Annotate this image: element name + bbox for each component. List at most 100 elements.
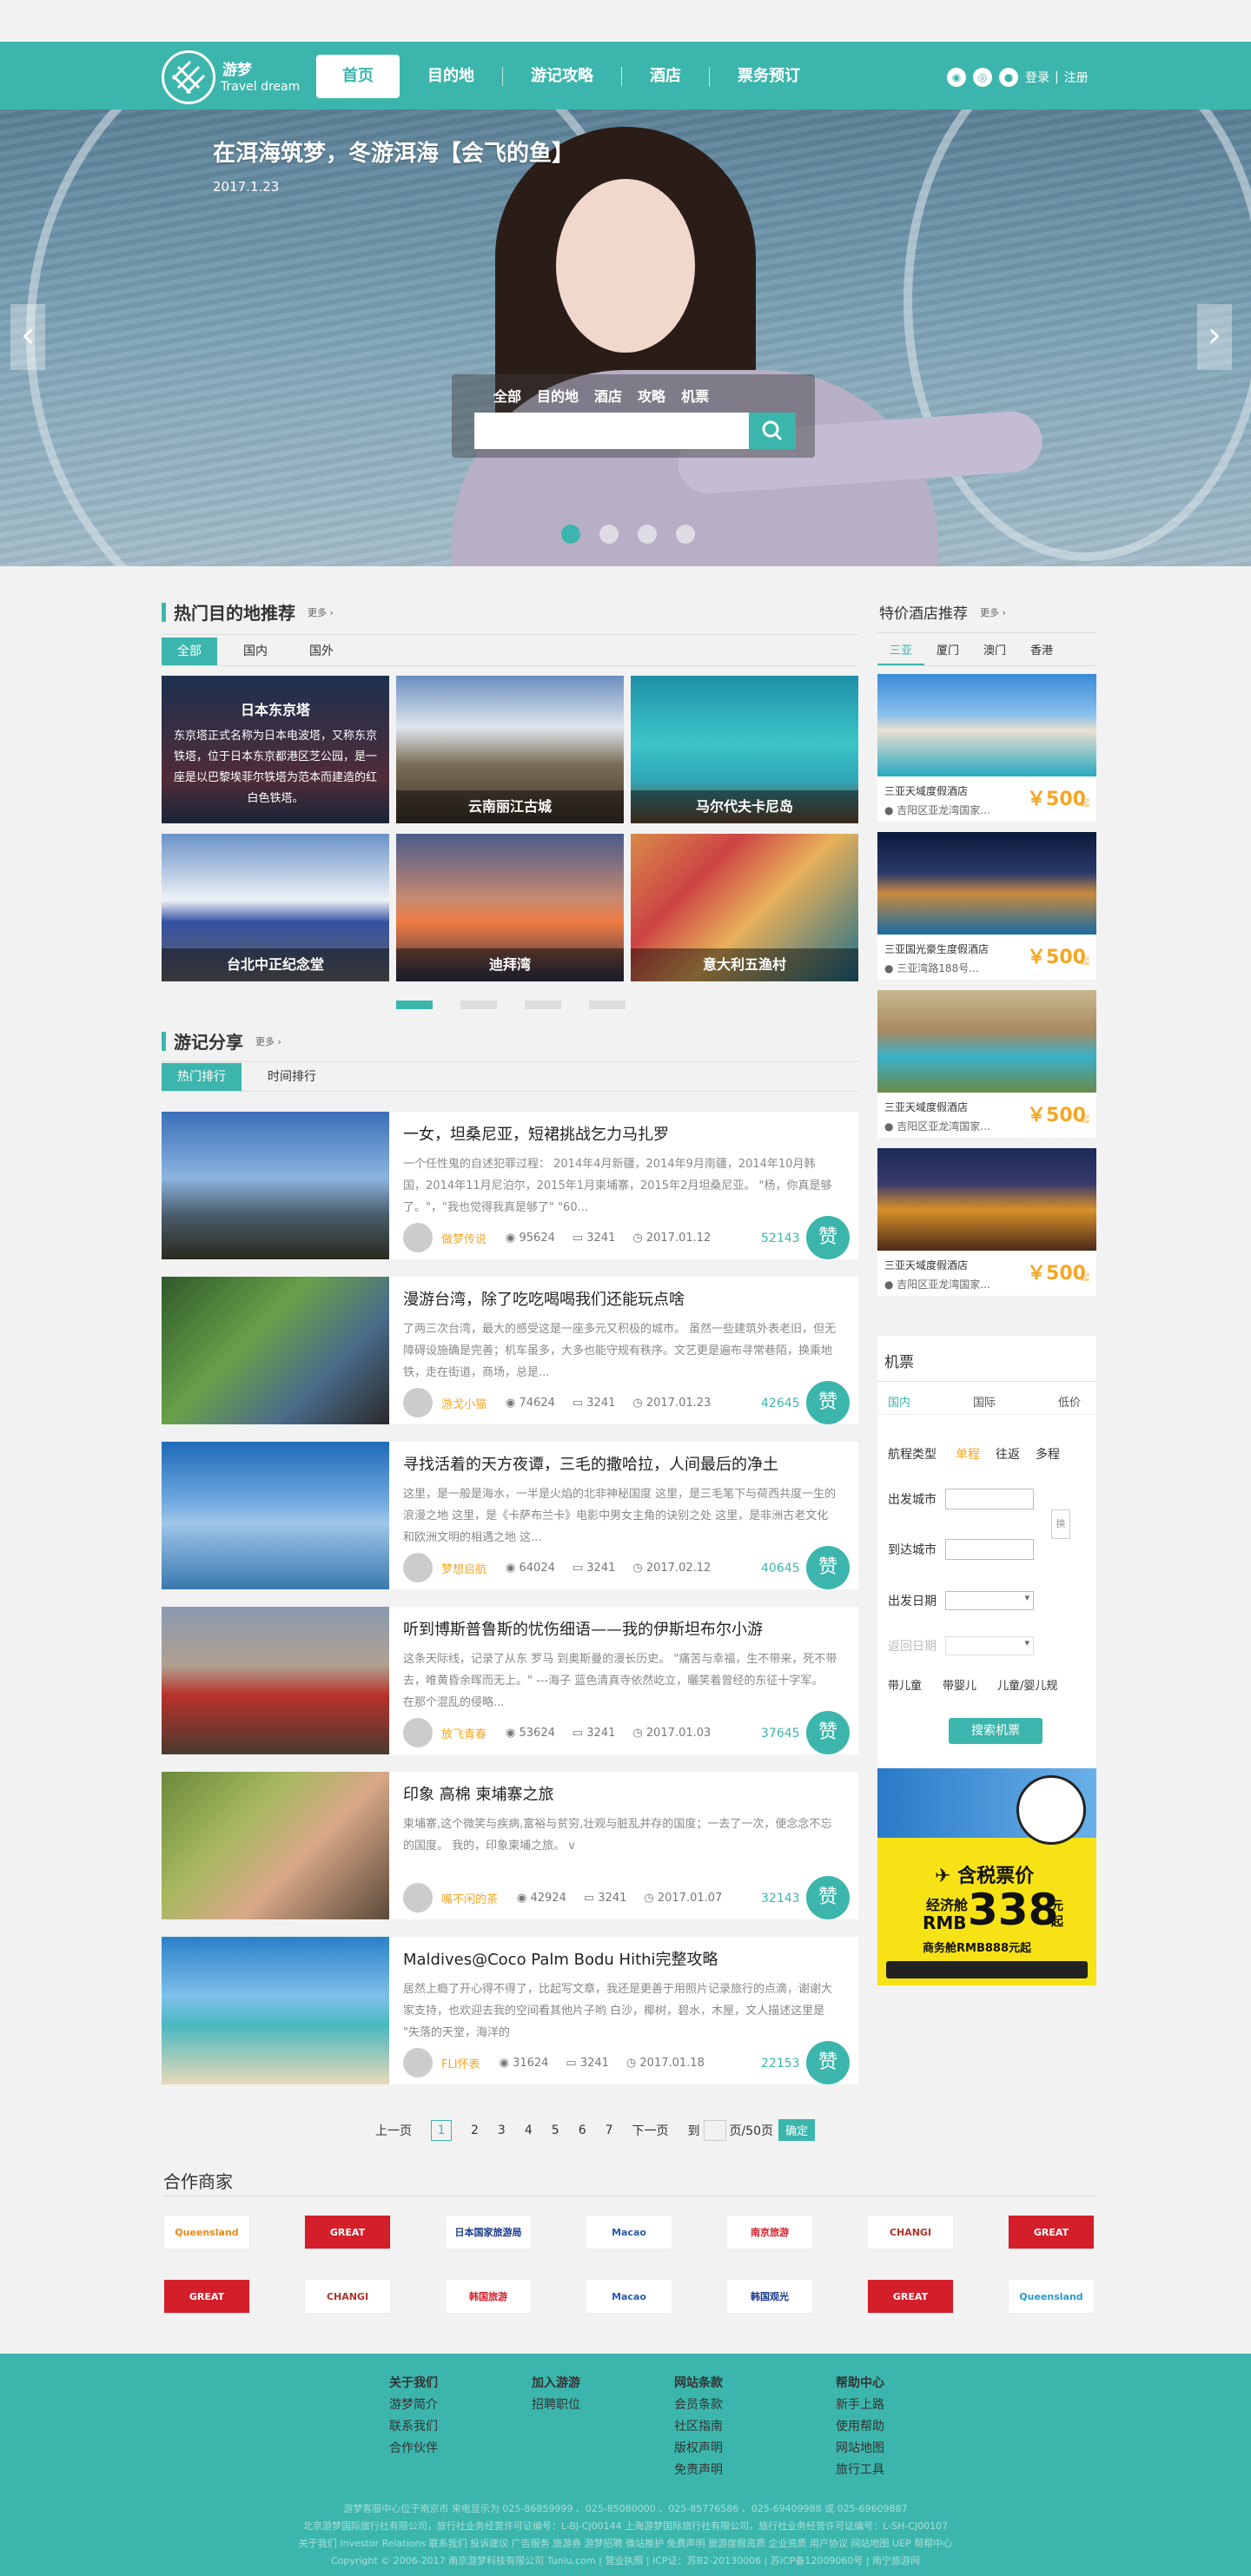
more-link[interactable]: 更多 › [255, 1034, 281, 1048]
tab-international[interactable]: 国际 [973, 1393, 996, 1410]
search-tab-all[interactable]: 全部 [493, 385, 521, 406]
partner-logo[interactable]: GREAT [1008, 2215, 1095, 2249]
partner-logo[interactable]: Queensland [163, 2215, 250, 2249]
tab-xiamen[interactable]: 厦门 [924, 637, 971, 665]
tab-hot[interactable]: 热门排行 [162, 1063, 242, 1091]
note-image[interactable] [162, 1277, 389, 1424]
tab-sanya[interactable]: 三亚 [877, 637, 925, 665]
depart-date-select[interactable]: ▾ [945, 1591, 1034, 1610]
like-button[interactable]: 赞 [806, 1216, 850, 1259]
page-indicator[interactable] [589, 1001, 626, 1009]
destination-card[interactable]: 云南丽江古城 [396, 676, 624, 823]
page-indicator[interactable] [396, 1001, 433, 1009]
note-card[interactable]: 听到博斯普鲁斯的忧伤细语——我的伊斯坦布尔小游 这条天际线，记录了从东 罗马 到… [162, 1607, 858, 1754]
tab-domestic[interactable]: 国内 [888, 1393, 910, 1410]
trip-multi[interactable]: 多程 [1036, 1445, 1060, 1463]
search-input[interactable] [474, 413, 749, 449]
next-page-link[interactable]: 下一页 [632, 2122, 669, 2139]
note-image[interactable] [162, 1442, 389, 1589]
page-number[interactable]: 1 [431, 2119, 452, 2141]
note-author[interactable]: 游戈小猫 [441, 1395, 486, 1411]
footer-link[interactable]: 联系我们 [389, 2416, 438, 2438]
search-flight-button[interactable]: 搜索机票 [949, 1718, 1042, 1744]
login-link[interactable]: 登录 [1025, 69, 1049, 86]
search-tab-flight[interactable]: 机票 [681, 385, 709, 406]
from-city-input[interactable] [945, 1489, 1034, 1509]
page-number[interactable]: 3 [498, 2124, 506, 2137]
footer-link[interactable]: 游梦简介 [389, 2394, 438, 2416]
note-author[interactable]: 嘴不闲的茶 [441, 1890, 498, 1906]
partner-logo[interactable]: Macao [586, 2279, 672, 2314]
footer-link[interactable]: 版权声明 [674, 2438, 723, 2460]
weibo-icon[interactable]: ◎ [973, 68, 992, 87]
note-image[interactable] [162, 1937, 389, 2084]
hotel-card[interactable]: 三亚天域度假酒店 ● 吉阳区亚龙湾国家... ￥500 起 [877, 990, 1096, 1138]
page-number[interactable]: 5 [552, 2124, 559, 2137]
footer-link[interactable]: 免责声明 [674, 2460, 723, 2481]
nav-destination[interactable]: 目的地 [400, 55, 502, 98]
register-link[interactable]: 注册 [1064, 69, 1089, 86]
note-author[interactable]: FLI怀表 [441, 2055, 480, 2071]
note-author[interactable]: 放飞青春 [441, 1725, 486, 1741]
hotel-name[interactable]: 三亚国光豪生度假酒店 [884, 941, 989, 956]
partner-logo[interactable]: CHANGI [304, 2279, 391, 2314]
page-number[interactable]: 4 [525, 2124, 533, 2137]
avatar[interactable] [403, 1388, 433, 1417]
footer-link[interactable]: 网站地图 [836, 2438, 884, 2460]
note-image[interactable] [162, 1607, 389, 1754]
more-link[interactable]: 更多 › [980, 605, 1006, 619]
hotel-name[interactable]: 三亚天域度假酒店 [884, 1258, 968, 1272]
avatar[interactable] [403, 1223, 433, 1252]
avatar[interactable] [403, 2048, 433, 2077]
search-tab-destination[interactable]: 目的地 [537, 385, 579, 406]
logo-icon[interactable] [162, 50, 215, 104]
partner-logo[interactable]: GREAT [867, 2279, 954, 2314]
nav-travel-guide[interactable]: 游记攻略 [503, 55, 621, 98]
note-card[interactable]: 一女，坦桑尼亚，短裙挑战乞力马扎罗 一个任性鬼的自述犯罪过程： 2014年4月新… [162, 1112, 858, 1259]
partner-logo[interactable]: 日本国家旅游局 [445, 2215, 532, 2249]
note-card[interactable]: 漫游台湾，除了吃吃喝喝我们还能玩点啥 了两三次台湾，最大的感受这是一座多元又积极… [162, 1277, 858, 1424]
partner-logo[interactable]: GREAT [304, 2215, 391, 2249]
partner-logo[interactable]: 韩国旅游 [445, 2279, 532, 2314]
partner-logo[interactable]: Queensland [1008, 2279, 1095, 2314]
note-title[interactable]: 听到博斯普鲁斯的忧伤细语——我的伊斯坦布尔小游 [403, 1617, 763, 1640]
destination-card[interactable]: 意大利五渔村 [631, 834, 858, 981]
tab-hongkong[interactable]: 香港 [1018, 637, 1065, 665]
like-button[interactable]: 赞 [806, 1546, 850, 1589]
partner-logo[interactable]: 韩国观光 [726, 2279, 813, 2314]
prev-arrow-icon[interactable]: ‹ [10, 304, 45, 370]
avatar[interactable] [403, 1553, 433, 1582]
hotel-image[interactable] [877, 990, 1096, 1093]
note-title[interactable]: 漫游台湾，除了吃吃喝喝我们还能玩点啥 [403, 1287, 685, 1310]
trip-roundtrip[interactable]: 往返 [996, 1445, 1020, 1463]
search-tab-hotel[interactable]: 酒店 [594, 385, 622, 406]
destination-card[interactable]: 台北中正纪念堂 [162, 834, 389, 981]
search-button[interactable] [749, 413, 796, 449]
tab-macau[interactable]: 澳门 [971, 637, 1018, 665]
qq-icon[interactable]: ● [999, 68, 1018, 87]
avatar[interactable] [403, 1718, 433, 1747]
note-card[interactable]: 印象 高棉 柬埔寨之旅 柬埔寨,这个微笑与疾病,富裕与贫穷,壮观与脏乱并存的国度… [162, 1772, 858, 1919]
page-indicator[interactable] [525, 1001, 561, 1009]
note-card[interactable]: 寻找活着的天方夜谭，三毛的撒哈拉，人间最后的净土 这里，是一般是海水，一半是火焰… [162, 1442, 858, 1589]
partner-logo[interactable]: 南京旅游 [726, 2215, 813, 2249]
page-number[interactable]: 6 [579, 2124, 586, 2137]
destination-card[interactable]: 日本东京塔 东京塔正式名称为日本电波塔，又称东京铁塔，位于日本东京都港区芝公园，… [162, 676, 389, 823]
destination-card[interactable]: 马尔代夫卡尼岛 [631, 676, 858, 823]
footer-link[interactable]: 新手上路 [836, 2394, 884, 2416]
note-card[interactable]: Maldives@Coco Palm Bodu Hithi完整攻略 居然上瘾了开… [162, 1937, 858, 2084]
hotel-image[interactable] [877, 674, 1096, 776]
note-image[interactable] [162, 1112, 389, 1259]
page-jump-input[interactable] [703, 2119, 726, 2141]
search-tab-guide[interactable]: 攻略 [638, 385, 665, 406]
hotel-image[interactable] [877, 1148, 1096, 1251]
swap-button[interactable]: 换 [1051, 1509, 1070, 1539]
like-button[interactable]: 赞 [806, 1876, 850, 1919]
child-rules-link[interactable]: 儿童/婴儿规 [997, 1676, 1057, 1693]
note-author[interactable]: 梦想启航 [441, 1560, 486, 1576]
footer-link[interactable]: 使用帮助 [836, 2416, 884, 2438]
page-number[interactable]: 7 [606, 2124, 613, 2137]
footer-link[interactable]: 合作伙伴 [389, 2438, 438, 2460]
tab-lowprice[interactable]: 低价 [1058, 1393, 1081, 1410]
footer-link[interactable]: 社区指南 [674, 2416, 723, 2438]
